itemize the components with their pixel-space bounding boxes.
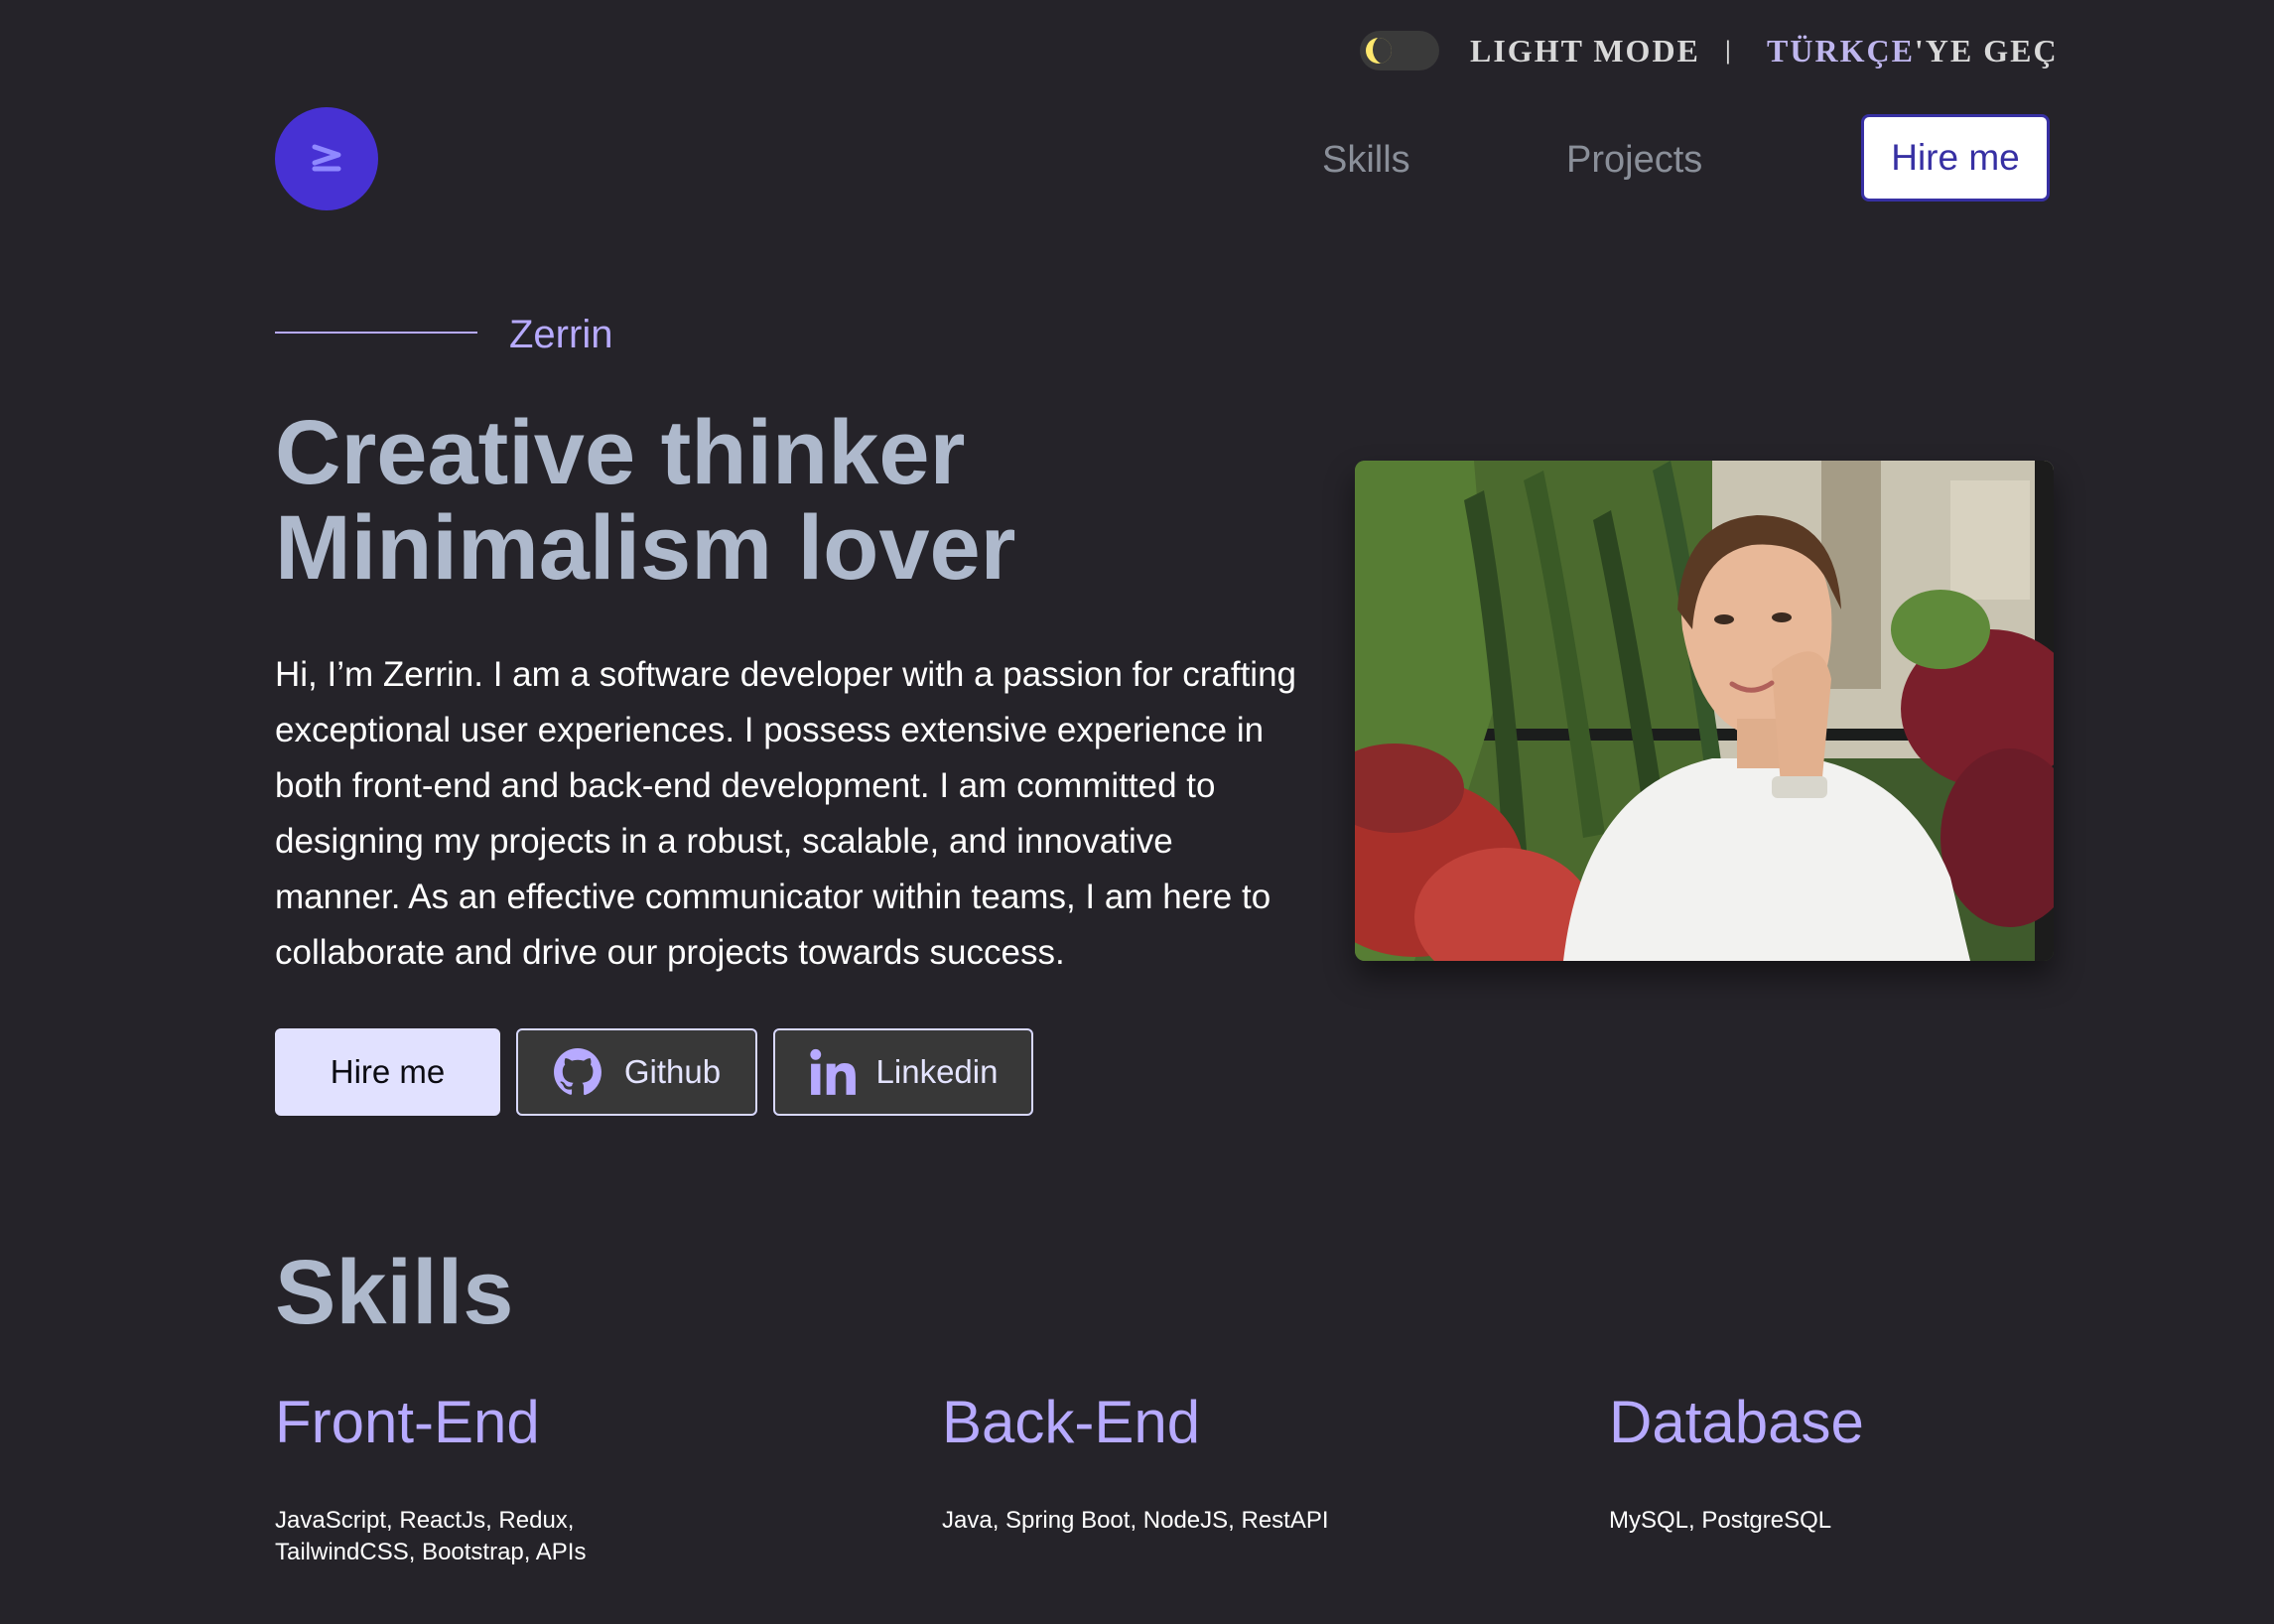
profile-photo-illustration [1355, 461, 2054, 961]
linkedin-icon [809, 1048, 856, 1095]
logo[interactable] [275, 107, 378, 210]
github-icon [553, 1048, 602, 1096]
skill-items-backend: Java, Spring Boot, NodeJS, RestAPI [942, 1507, 1329, 1534]
skill-heading-database: Database [1609, 1389, 1864, 1455]
profile-photo [1355, 461, 2054, 961]
language-switch-rest: 'YE GEÇ [1914, 33, 2059, 68]
name-divider [275, 332, 477, 334]
hero-headline-line2: Minimalism lover [275, 497, 1016, 599]
skill-heading-frontend: Front-End [275, 1389, 540, 1455]
nav-hire-button[interactable]: Hire me [1861, 114, 2050, 202]
topbar-separator: | [1725, 36, 1733, 65]
github-label: Github [623, 1053, 722, 1090]
theme-toggle[interactable] [1360, 31, 1439, 70]
moon-icon [1366, 38, 1392, 64]
linkedin-button[interactable]: Linkedin [773, 1028, 1033, 1116]
light-mode-label[interactable]: LIGHT MODE [1470, 30, 1700, 71]
skill-items-frontend: JavaScript, ReactJs, Redux, TailwindCSS,… [275, 1507, 587, 1565]
skills-title: Skills [275, 1242, 514, 1343]
github-button[interactable]: Github [516, 1028, 757, 1116]
hero-intro: Hi, I’m Zerrin. I am a software develope… [275, 655, 1297, 972]
logo-mark-icon [312, 144, 341, 172]
linkedin-label: Linkedin [875, 1053, 999, 1090]
language-switch[interactable]: TÜRKÇE'YE GEÇ [1767, 30, 2059, 71]
skill-heading-backend: Back-End [942, 1389, 1201, 1455]
nav-link-skills[interactable]: Skills [1322, 135, 1410, 185]
hero-hire-button[interactable]: Hire me [275, 1028, 500, 1116]
language-switch-highlight: TÜRKÇE [1767, 33, 1915, 68]
hero-name: Zerrin [509, 313, 613, 356]
skill-items-database: MySQL, PostgreSQL [1609, 1507, 1832, 1534]
hero-hire-label: Hire me [330, 1053, 446, 1090]
nav-link-projects[interactable]: Projects [1566, 135, 1702, 185]
hero-headline: Creative thinker Minimalism lover [275, 405, 1168, 596]
hero-headline-line1: Creative thinker [275, 402, 966, 503]
